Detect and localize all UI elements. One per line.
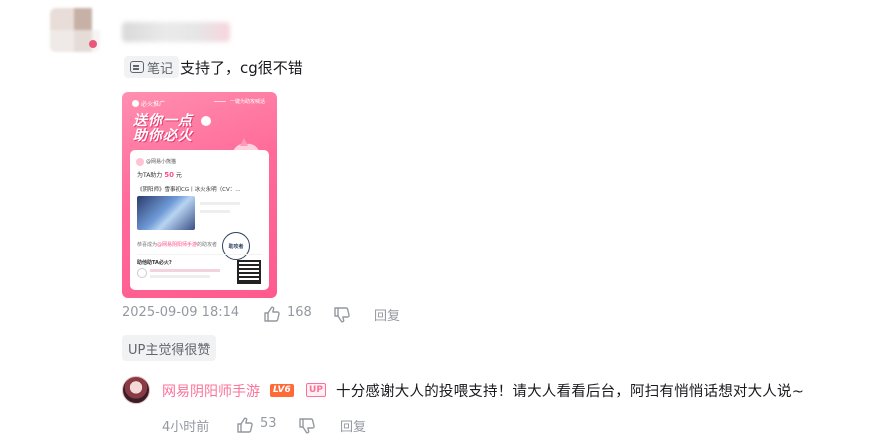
panel-divider	[137, 254, 262, 255]
comment-timestamp: 2025-09-09 18:14	[122, 305, 240, 320]
avatar-badge-icon	[89, 40, 97, 48]
reply-timestamp: 4小时前	[162, 420, 210, 435]
panel-video-title: 《阴阳师》雪事初CG丨冰火永明（CV：...	[137, 187, 241, 193]
comment-text: 支持了，cg很不错	[180, 59, 303, 77]
panel-video-thumbnail	[137, 196, 195, 230]
commenter-username[interactable]	[122, 22, 230, 42]
reply-reply-button[interactable]: 回复	[340, 416, 366, 435]
note-icon	[130, 61, 144, 73]
level-badge: LV6	[270, 384, 294, 397]
note-tag-label: 笔记	[147, 61, 174, 77]
card-panel: @网易小熊猫 为TA助力 50 元 《阴阳师》雪事初CG丨冰火永明（CV：...…	[130, 150, 269, 290]
card-headline: 送你一点 助你必火	[133, 113, 193, 144]
panel-placeholder-line	[150, 269, 220, 272]
panel-placeholder-line	[200, 210, 230, 213]
panel-question: 助他助TA必火?	[137, 260, 172, 266]
card-logo: 必火推广	[132, 99, 165, 108]
panel-placeholder-line	[200, 202, 240, 205]
panel-round-icon	[137, 268, 147, 278]
reply-text: 十分感谢大人的投喂支持！请大人看看后台，阿扫有悄悄话想对大人说~	[336, 384, 805, 400]
shared-image-card[interactable]: 必火推广 一键为助攻喊话 送你一点 助你必火 @网易小熊猫 为TA助力 50 元…	[122, 92, 277, 298]
like-count: 168	[287, 305, 312, 320]
thumb-up-icon	[201, 116, 211, 126]
reply-like-icon[interactable]	[236, 416, 254, 434]
like-icon[interactable]	[263, 305, 281, 323]
qr-code-icon	[237, 260, 261, 284]
reply-avatar[interactable]	[122, 376, 150, 404]
panel-placeholder-line	[150, 275, 210, 278]
up-badge: UP	[306, 383, 326, 397]
card-top-label: 一键为助攻喊话	[230, 99, 266, 105]
reply-button[interactable]: 回复	[374, 305, 400, 324]
reply-dislike-icon[interactable]	[298, 417, 316, 435]
panel-ack: 恭喜成为@网易阴阳师手游的助攻者	[137, 242, 218, 248]
card-divider	[214, 101, 226, 102]
panel-user: @网易小熊猫	[146, 159, 177, 165]
panel-avatar	[136, 158, 144, 166]
panel-stamp: 助攻者	[222, 232, 250, 260]
up-liked-badge: UP主觉得很赞	[122, 335, 217, 361]
reply-username[interactable]: 网易阴阳师手游	[162, 381, 260, 401]
reply-like-count: 53	[260, 416, 277, 431]
note-tag[interactable]: 笔记	[124, 56, 180, 78]
dislike-icon[interactable]	[333, 306, 351, 324]
panel-power: 为TA助力 50 元	[137, 171, 182, 179]
